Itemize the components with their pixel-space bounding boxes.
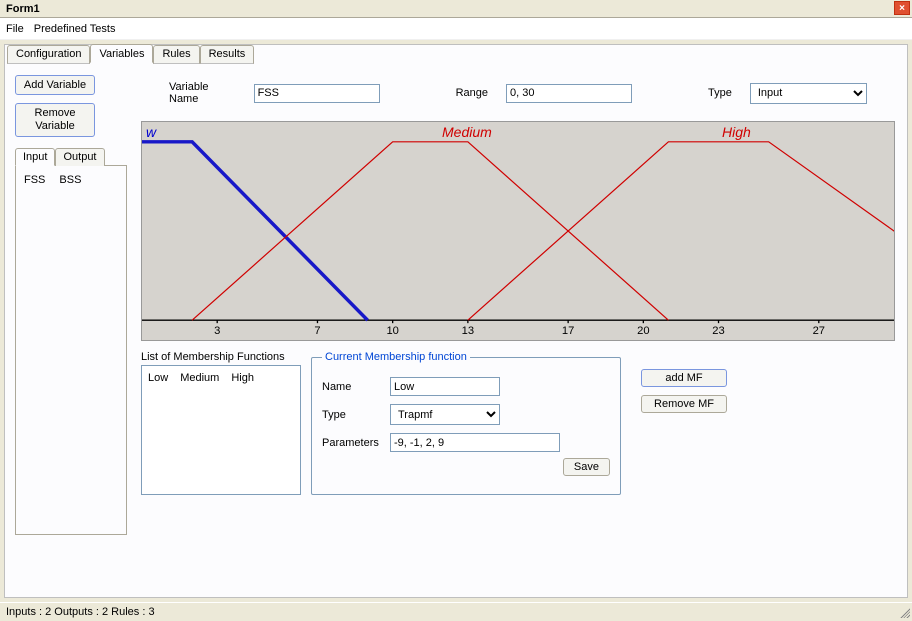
remove-variable-button[interactable]: Remove Variable [15,103,95,137]
type-select[interactable]: Input [750,83,867,104]
add-mf-button[interactable]: add MF [641,369,727,387]
tab-results[interactable]: Results [200,45,255,64]
resize-grip-icon[interactable] [898,606,910,618]
current-mf-group: Current Membership function Name Type Tr… [311,351,621,495]
svg-text:27: 27 [813,325,825,337]
svg-text:10: 10 [386,325,398,337]
variable-name-label: Variable Name [169,81,236,105]
status-text: Inputs : 2 Outputs : 2 Rules : 3 [6,606,155,618]
mf-params-input[interactable] [390,433,560,452]
mf-item-low[interactable]: Low [148,372,168,384]
plot-label-high: High [722,124,751,140]
status-bar: Inputs : 2 Outputs : 2 Rules : 3 [0,602,912,620]
mf-params-label: Parameters [322,437,384,449]
svg-text:23: 23 [712,325,724,337]
tab-variables[interactable]: Variables [90,44,153,63]
mf-type-label: Type [322,409,384,421]
svg-text:7: 7 [314,325,320,337]
plot-label-medium: Medium [442,124,492,140]
sub-tab-input[interactable]: Input [15,148,55,166]
svg-text:20: 20 [637,325,649,337]
variable-list-panel: FSS BSS [15,165,127,535]
plot-label-low: w [146,124,156,140]
membership-plot: w Medium High 3 7 10 13 17 20 23 27 [141,121,895,341]
variable-item-fss[interactable]: FSS [24,174,45,186]
mf-item-medium[interactable]: Medium [180,372,219,384]
title-bar: Form1 × [0,0,912,18]
menu-predefined-tests[interactable]: Predefined Tests [34,23,116,35]
window-title: Form1 [2,3,40,15]
mf-list[interactable]: Low Medium High [141,365,301,495]
menu-bar: File Predefined Tests [0,18,912,40]
variable-name-input[interactable] [254,84,380,103]
main-tab-bar: Configuration Variables Rules Results [7,44,254,63]
add-variable-button[interactable]: Add Variable [15,75,95,95]
current-mf-legend: Current Membership function [322,351,470,363]
variable-item-bss[interactable]: BSS [59,174,81,186]
mf-name-label: Name [322,381,384,393]
close-icon[interactable]: × [894,1,910,15]
mf-name-input[interactable] [390,377,500,396]
sub-tab-output[interactable]: Output [55,148,104,166]
svg-text:13: 13 [462,325,474,337]
range-label: Range [456,87,488,99]
save-button[interactable]: Save [563,458,610,476]
mf-type-select[interactable]: Trapmf [390,404,500,425]
tab-rules[interactable]: Rules [153,45,199,64]
svg-text:3: 3 [214,325,220,337]
menu-file[interactable]: File [6,23,24,35]
range-input[interactable] [506,84,632,103]
svg-text:17: 17 [562,325,574,337]
mf-list-title: List of Membership Functions [141,351,301,363]
tab-configuration[interactable]: Configuration [7,45,90,64]
remove-mf-button[interactable]: Remove MF [641,395,727,413]
mf-item-high[interactable]: High [231,372,254,384]
type-label: Type [708,87,732,99]
